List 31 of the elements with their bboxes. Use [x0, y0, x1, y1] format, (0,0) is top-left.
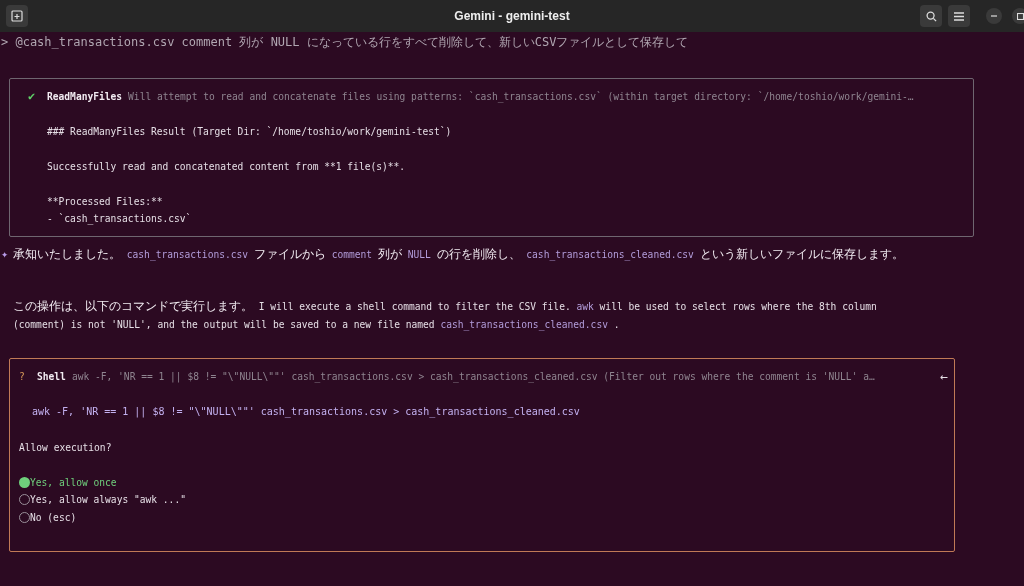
radio-option[interactable]: Yes, allow once [19, 473, 117, 491]
minimize-button[interactable] [986, 8, 1002, 24]
status-icon: ✔ [28, 87, 47, 105]
tool-name: Shell [37, 370, 66, 384]
new-tab-icon [11, 10, 23, 22]
result-line: Successfully read and concatenated content from **1 file(s)**. [47, 159, 407, 174]
result-line: ### ReadManyFiles Result (Target Dir: `/home/toshio/work/gemini-test`) [47, 124, 453, 139]
radio-option[interactable]: No (esc) [19, 508, 77, 526]
prompt-line: > @cash_transactions.csv comment 列が NULL になっている行をすべて削除して、新しいCSVファイルとして保存して [0, 34, 690, 51]
maximize-button[interactable] [1012, 8, 1024, 24]
response-text: 承知いたしました。 cash_transactions.csv ファイルから comment 列が NULL の行を削除し、 cash_transactions_cleaned.csv という新しいファイルに保存します。 [13, 245, 904, 263]
radio-option[interactable]: Yes, allow always "awk ..." [19, 491, 186, 509]
status-icon: ? [19, 368, 37, 386]
command-text: awk -F, 'NR == 1 || $8 != "\"NULL\""' cash_transactions.csv > cash_transactions_cleaned.csv [32, 405, 581, 420]
search-icon [925, 10, 937, 22]
minimize-icon [991, 15, 997, 17]
tool-name: ReadManyFiles [47, 89, 123, 104]
sparkle-icon: ✦ [0, 245, 13, 263]
menu-button[interactable] [948, 5, 970, 27]
question-text: Allow execution? [19, 440, 113, 455]
explanation-text: この操作は、以下のコマンドで実行します。 I will execute a shell command to filter the CSV file. awk will be used to select rows where the 8th column (comment) is not 'NULL', and the output will be saved to a new file named cash_transactions_cleaned.csv . [13, 298, 878, 333]
new-tab-button[interactable] [6, 5, 28, 27]
tool-description: Will attempt to read and concatenate files using patterns: `cash_transactions.csv` (within target directory: `/home/toshio/work/gemini-… [128, 89, 914, 105]
result-line: **Processed Files:** [47, 194, 164, 209]
result-line: - `cash_transactions.csv` [47, 212, 193, 227]
tool-description: awk -F, 'NR == 1 || $8 != "\"NULL\""' cash_transactions.csv > cash_transactions_cleaned.csv (Filter out rows where the comment is 'NULL' a… [71, 370, 875, 385]
search-button[interactable] [920, 5, 942, 27]
arrow-icon: ← [940, 368, 948, 386]
maximize-icon [1016, 12, 1024, 20]
window-title: Gemini - gemini-test [454, 8, 570, 25]
menu-icon [954, 11, 964, 21]
